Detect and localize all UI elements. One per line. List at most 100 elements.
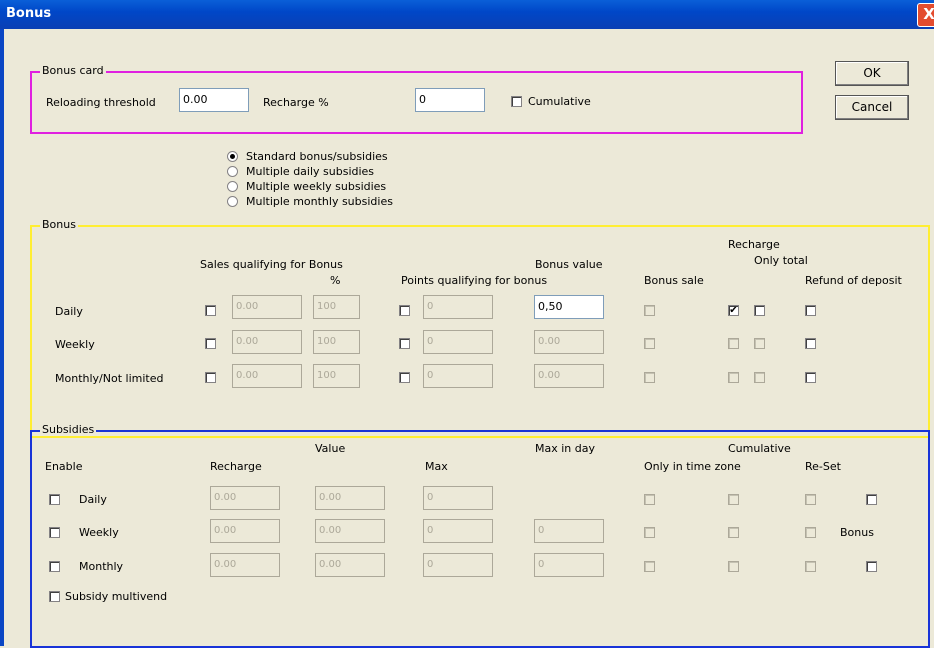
bonus-row-label: Monthly/Not limited: [55, 372, 164, 385]
only-total-checkbox[interactable]: [754, 372, 765, 383]
enable-header: Enable: [45, 460, 83, 473]
recharge-checkbox[interactable]: [728, 372, 739, 383]
points-input[interactable]: 0: [423, 364, 493, 388]
only-in-time-zone-header: Only in time zone: [644, 460, 741, 473]
bonus-sale-checkbox[interactable]: [644, 305, 655, 316]
time-zone-checkbox[interactable]: [644, 527, 655, 538]
cumulative-checkbox[interactable]: [728, 561, 739, 572]
reloading-threshold-input[interactable]: 0.00: [179, 88, 249, 112]
value-input[interactable]: 0.00: [315, 519, 385, 543]
percent-input[interactable]: 100: [313, 364, 360, 388]
enable-checkbox[interactable]: [49, 494, 60, 505]
recharge-checkbox[interactable]: ✔: [728, 305, 739, 316]
bonus-checkbox[interactable]: [866, 494, 877, 505]
points-input[interactable]: 0: [423, 330, 493, 354]
subsidies-group-label: Subsidies: [40, 423, 97, 436]
max-in-day-input[interactable]: 0: [534, 519, 604, 543]
value-header: Value: [315, 442, 346, 455]
time-zone-checkbox[interactable]: [644, 561, 655, 572]
refund-deposit-checkbox[interactable]: [805, 305, 816, 316]
reset-checkbox[interactable]: [805, 561, 816, 572]
reset-header: Re-Set: [805, 460, 841, 473]
sales-input[interactable]: 0.00: [232, 295, 302, 319]
points-input[interactable]: 0: [423, 295, 493, 319]
max-in-day-input[interactable]: 0: [534, 553, 604, 577]
recharge-header: Recharge: [210, 460, 262, 473]
subsidy-multivend-checkbox[interactable]: [49, 591, 60, 602]
refund-deposit-header: Refund of deposit: [805, 274, 902, 287]
sales-input[interactable]: 0.00: [232, 364, 302, 388]
value-input[interactable]: 0.00: [315, 486, 385, 510]
bonus-value-input[interactable]: 0,50: [534, 295, 604, 319]
points-checkbox[interactable]: [399, 338, 410, 349]
bonus-group-label: Bonus: [40, 218, 78, 231]
recharge-input[interactable]: 0.00: [210, 553, 280, 577]
multiple-daily-radio[interactable]: [227, 166, 238, 177]
bonus-row-label: Weekly: [55, 338, 95, 351]
standard-radio[interactable]: [227, 151, 238, 162]
recharge-percent-label: Recharge %: [263, 96, 329, 109]
max-in-day-header: Max in day: [535, 442, 595, 455]
max-input[interactable]: 0: [423, 553, 493, 577]
recharge-checkbox[interactable]: [728, 338, 739, 349]
bonus-checkbox[interactable]: [866, 561, 877, 572]
value-input[interactable]: 0.00: [315, 553, 385, 577]
sales-input[interactable]: 0.00: [232, 330, 302, 354]
cumulative-checkbox[interactable]: [728, 527, 739, 538]
bonus-sale-header: Bonus sale: [644, 274, 704, 287]
points-checkbox[interactable]: [399, 372, 410, 383]
reloading-threshold-label: Reloading threshold: [46, 96, 156, 109]
bonus-card-group-label: Bonus card: [40, 64, 106, 77]
only-total-header: Only total: [754, 254, 808, 267]
ok-button[interactable]: OK: [835, 61, 909, 86]
multiple-monthly-radio[interactable]: [227, 196, 238, 207]
reset-checkbox[interactable]: [805, 527, 816, 538]
close-icon[interactable]: X: [917, 3, 934, 27]
title-bar: Bonus: [0, 0, 934, 29]
cumulative-header: Cumulative: [728, 442, 791, 455]
points-checkbox[interactable]: [399, 305, 410, 316]
reset-checkbox[interactable]: [805, 494, 816, 505]
standard-label: Standard bonus/subsidies: [246, 150, 388, 163]
percent-input[interactable]: 100: [313, 330, 360, 354]
cancel-button[interactable]: Cancel: [835, 95, 909, 120]
cumulative-label: Cumulative: [528, 95, 591, 108]
enable-checkbox[interactable]: [49, 561, 60, 572]
percent-input[interactable]: 100: [313, 295, 360, 319]
multiple-weekly-radio[interactable]: [227, 181, 238, 192]
bonus-row-label: Daily: [55, 305, 83, 318]
max-input[interactable]: 0: [423, 519, 493, 543]
bonus-value-input[interactable]: 0.00: [534, 330, 604, 354]
recharge-input[interactable]: 0.00: [210, 486, 280, 510]
percent-header: %: [330, 274, 341, 287]
window-title: Bonus: [6, 6, 52, 21]
sales-qualifying-header: Sales qualifying for Bonus: [200, 258, 343, 271]
recharge-input[interactable]: 0.00: [210, 519, 280, 543]
cumulative-checkbox[interactable]: [728, 494, 739, 505]
subsidy-row-label: Daily: [79, 493, 107, 506]
bonus-value-header: Bonus value: [535, 258, 603, 271]
only-total-checkbox[interactable]: [754, 338, 765, 349]
points-qualifying-header: Points qualifying for bonus: [401, 274, 548, 287]
sales-checkbox[interactable]: [205, 338, 216, 349]
refund-deposit-checkbox[interactable]: [805, 372, 816, 383]
recharge-percent-input[interactable]: 0: [415, 88, 485, 112]
time-zone-checkbox[interactable]: [644, 494, 655, 505]
bonus-value-input[interactable]: 0.00: [534, 364, 604, 388]
subsidy-row-label: Weekly: [79, 526, 119, 539]
sales-checkbox[interactable]: [205, 305, 216, 316]
only-total-checkbox[interactable]: [754, 305, 765, 316]
subsidy-row-label: Monthly: [79, 560, 124, 573]
bonus-sale-checkbox[interactable]: [644, 372, 655, 383]
recharge-header: Recharge: [728, 238, 780, 251]
bonus-sale-checkbox[interactable]: [644, 338, 655, 349]
multiple-daily-label: Multiple daily subsidies: [246, 165, 375, 178]
sales-checkbox[interactable]: [205, 372, 216, 383]
cumulative-checkbox[interactable]: [511, 96, 522, 107]
max-header: Max: [425, 460, 448, 473]
refund-deposit-checkbox[interactable]: [805, 338, 816, 349]
max-input[interactable]: 0: [423, 486, 493, 510]
multiple-monthly-label: Multiple monthly subsidies: [246, 195, 393, 208]
enable-checkbox[interactable]: [49, 527, 60, 538]
bonus-label: Bonus: [840, 526, 874, 539]
